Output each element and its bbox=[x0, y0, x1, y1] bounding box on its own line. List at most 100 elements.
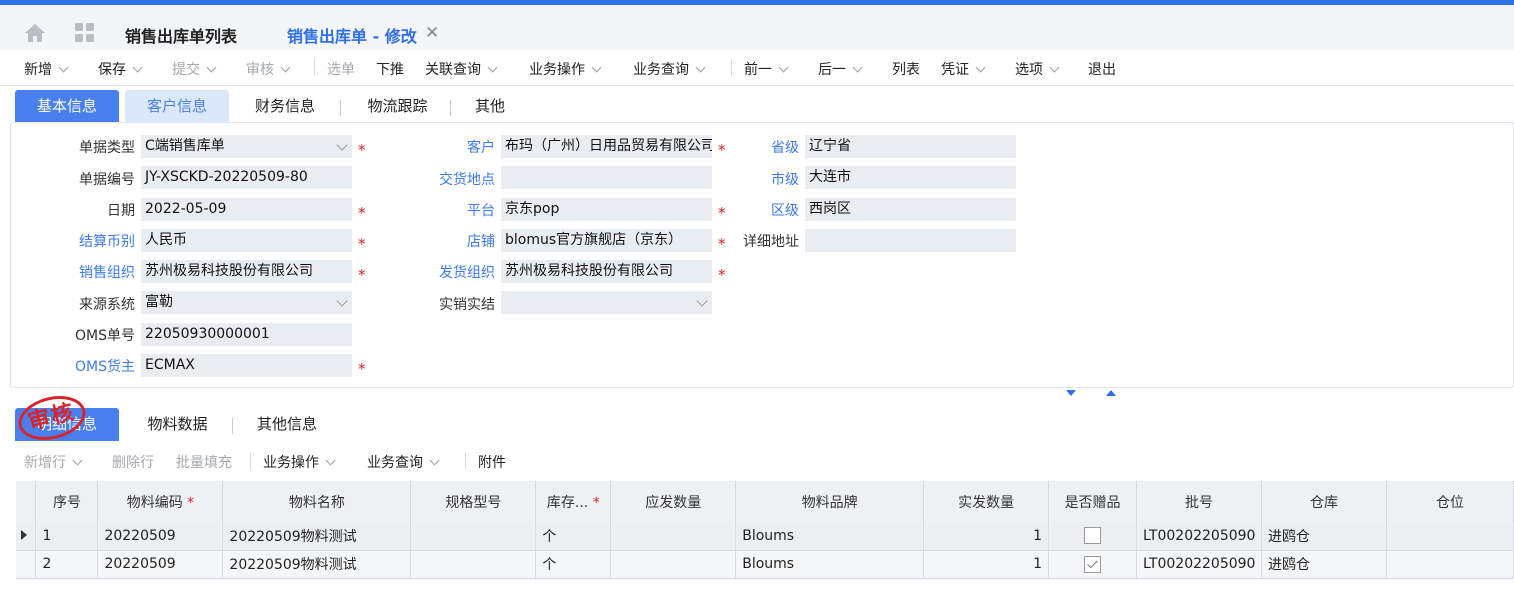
tab-other[interactable]: 其他 bbox=[460, 90, 520, 123]
options-button[interactable]: 选项 bbox=[1015, 59, 1060, 79]
table-row[interactable]: 1 20220509 20220509物料测试 个 Bloums 1 LT002… bbox=[16, 522, 1514, 551]
sales-org-label[interactable]: 销售组织 bbox=[79, 262, 135, 282]
oms-owner-label[interactable]: OMS货主 bbox=[75, 356, 135, 376]
add-row-button[interactable]: 新增行 bbox=[24, 452, 83, 472]
tab-finance-info[interactable]: 财务信息 bbox=[240, 90, 330, 123]
grid-cell[interactable]: 2 bbox=[35, 550, 99, 579]
platform-label[interactable]: 平台 bbox=[467, 200, 495, 220]
oms-no-field[interactable]: 22050930000001 bbox=[141, 323, 352, 346]
address-field[interactable] bbox=[805, 229, 1016, 252]
grid-cell[interactable] bbox=[1386, 550, 1514, 579]
delivery-place-field[interactable] bbox=[501, 166, 712, 189]
list-button[interactable]: 列表 bbox=[892, 59, 920, 79]
related-query-button[interactable]: 关联查询 bbox=[425, 59, 498, 79]
voucher-button[interactable]: 凭证 bbox=[941, 59, 986, 79]
delivery-place-label[interactable]: 交货地点 bbox=[439, 169, 495, 189]
grid-cell[interactable] bbox=[410, 550, 537, 579]
grid-cell[interactable]: 20220509 bbox=[97, 550, 224, 579]
district-field[interactable]: 西岗区 bbox=[805, 198, 1016, 221]
grid-cell[interactable]: LT00202205090 bbox=[1136, 550, 1263, 579]
column-header[interactable]: 物料品牌 bbox=[735, 481, 925, 522]
new-button[interactable]: 新增 bbox=[24, 59, 69, 79]
shop-label[interactable]: 店铺 bbox=[467, 231, 495, 251]
grid-cell[interactable]: 20220509 bbox=[97, 522, 224, 551]
date-field[interactable]: 2022-05-09 bbox=[141, 198, 352, 221]
collapse-down-icon[interactable] bbox=[1065, 389, 1077, 397]
real-sales-select[interactable] bbox=[501, 291, 712, 314]
save-button[interactable]: 保存 bbox=[98, 59, 143, 79]
submit-button[interactable]: 提交 bbox=[172, 59, 217, 79]
tab-sales-outbound-edit[interactable]: 销售出库单 - 修改 bbox=[287, 23, 417, 47]
tab-basic-info[interactable]: 基本信息 bbox=[15, 90, 119, 123]
gift-checkbox[interactable] bbox=[1084, 555, 1102, 573]
doc-no-field[interactable]: JY-XSCKD-20220509-80 bbox=[141, 166, 352, 189]
grid-business-query-button[interactable]: 业务查询 bbox=[367, 452, 440, 472]
platform-field[interactable]: 京东pop bbox=[501, 198, 712, 221]
grid-cell[interactable]: 1 bbox=[35, 522, 99, 551]
city-field[interactable]: 大连市 bbox=[805, 166, 1016, 189]
city-label[interactable]: 市级 bbox=[771, 169, 799, 189]
ship-org-field[interactable]: 苏州极易科技股份有限公司 bbox=[501, 260, 712, 283]
grid-cell[interactable]: Bloums bbox=[735, 550, 925, 579]
home-icon[interactable] bbox=[24, 23, 46, 43]
business-query-button[interactable]: 业务查询 bbox=[633, 59, 706, 79]
tab-customer-info[interactable]: 客户信息 bbox=[125, 90, 229, 123]
province-label[interactable]: 省级 bbox=[771, 137, 799, 157]
collapse-up-icon[interactable] bbox=[1105, 389, 1117, 397]
column-header[interactable]: 序号 bbox=[35, 481, 99, 522]
grid-cell[interactable]: 1 bbox=[923, 550, 1050, 579]
currency-label[interactable]: 结算币别 bbox=[79, 231, 135, 251]
customer-field[interactable]: 布玛（广州）日用品贸易有限公司 bbox=[501, 135, 712, 158]
sales-org-field[interactable]: 苏州极易科技股份有限公司 bbox=[141, 260, 352, 283]
gift-checkbox-cell[interactable] bbox=[1048, 550, 1138, 579]
prev-button[interactable]: 前一 bbox=[744, 59, 789, 79]
gift-checkbox[interactable] bbox=[1084, 527, 1102, 545]
grid-cell[interactable] bbox=[610, 522, 737, 551]
district-label[interactable]: 区级 bbox=[771, 200, 799, 220]
grid-cell[interactable] bbox=[410, 522, 537, 551]
attachment-button[interactable]: 附件 bbox=[478, 452, 506, 472]
column-header[interactable]: 物料名称 bbox=[222, 481, 412, 522]
province-field[interactable]: 辽宁省 bbox=[805, 135, 1016, 158]
shop-field[interactable]: blomus官方旗舰店（京东） bbox=[501, 229, 712, 252]
column-header[interactable]: 实发数量 bbox=[923, 481, 1050, 522]
business-ops-button[interactable]: 业务操作 bbox=[529, 59, 602, 79]
grid-business-ops-button[interactable]: 业务操作 bbox=[263, 452, 336, 472]
grid-cell[interactable]: 20220509物料测试 bbox=[222, 522, 412, 551]
grid-cell[interactable]: 进鸥仓 bbox=[1261, 522, 1387, 551]
grid-cell[interactable]: 个 bbox=[535, 522, 612, 551]
batch-fill-button[interactable]: 批量填充 bbox=[176, 452, 232, 472]
grid-cell[interactable] bbox=[1386, 522, 1514, 551]
push-down-button[interactable]: 下推 bbox=[376, 59, 404, 79]
audit-button[interactable]: 审核 bbox=[246, 59, 291, 79]
column-header[interactable]: 应发数量 bbox=[610, 481, 737, 522]
tab-material-data[interactable]: 物料数据 bbox=[130, 408, 225, 441]
tab-other-info[interactable]: 其他信息 bbox=[242, 408, 332, 441]
table-row[interactable]: 2 20220509 20220509物料测试 个 Bloums 1 LT002… bbox=[16, 550, 1514, 579]
exit-button[interactable]: 退出 bbox=[1088, 59, 1116, 79]
oms-owner-field[interactable]: ECMAX bbox=[141, 354, 352, 377]
grid-cell[interactable]: Bloums bbox=[735, 522, 925, 551]
apps-grid-icon[interactable] bbox=[75, 23, 95, 43]
tab-sales-outbound-list[interactable]: 销售出库单列表 bbox=[125, 23, 237, 47]
close-icon[interactable]: ✕ bbox=[425, 25, 439, 42]
select-source-button[interactable]: 选单 bbox=[327, 59, 355, 79]
grid-cell[interactable]: LT00202205090 bbox=[1136, 522, 1263, 551]
grid-cell[interactable]: 1 bbox=[923, 522, 1050, 551]
column-header[interactable]: 批号 bbox=[1136, 481, 1263, 522]
next-button[interactable]: 后一 bbox=[818, 59, 863, 79]
tab-logistics-tracking[interactable]: 物流跟踪 bbox=[350, 90, 445, 123]
column-header[interactable]: 仓位 bbox=[1386, 481, 1514, 522]
currency-field[interactable]: 人民币 bbox=[141, 229, 352, 252]
ship-org-label[interactable]: 发货组织 bbox=[439, 262, 495, 282]
grid-cell[interactable]: 个 bbox=[535, 550, 612, 579]
column-header[interactable]: 仓库 bbox=[1261, 481, 1387, 522]
column-header[interactable]: 库存... * bbox=[535, 481, 612, 522]
source-system-select[interactable]: 富勒 bbox=[141, 291, 352, 314]
gift-checkbox-cell[interactable] bbox=[1048, 522, 1138, 551]
column-header[interactable]: 是否赠品 bbox=[1048, 481, 1138, 522]
grid-cell[interactable] bbox=[610, 550, 737, 579]
grid-cell[interactable]: 进鸥仓 bbox=[1261, 550, 1387, 579]
delete-row-button[interactable]: 删除行 bbox=[112, 452, 154, 472]
grid-cell[interactable]: 20220509物料测试 bbox=[222, 550, 412, 579]
